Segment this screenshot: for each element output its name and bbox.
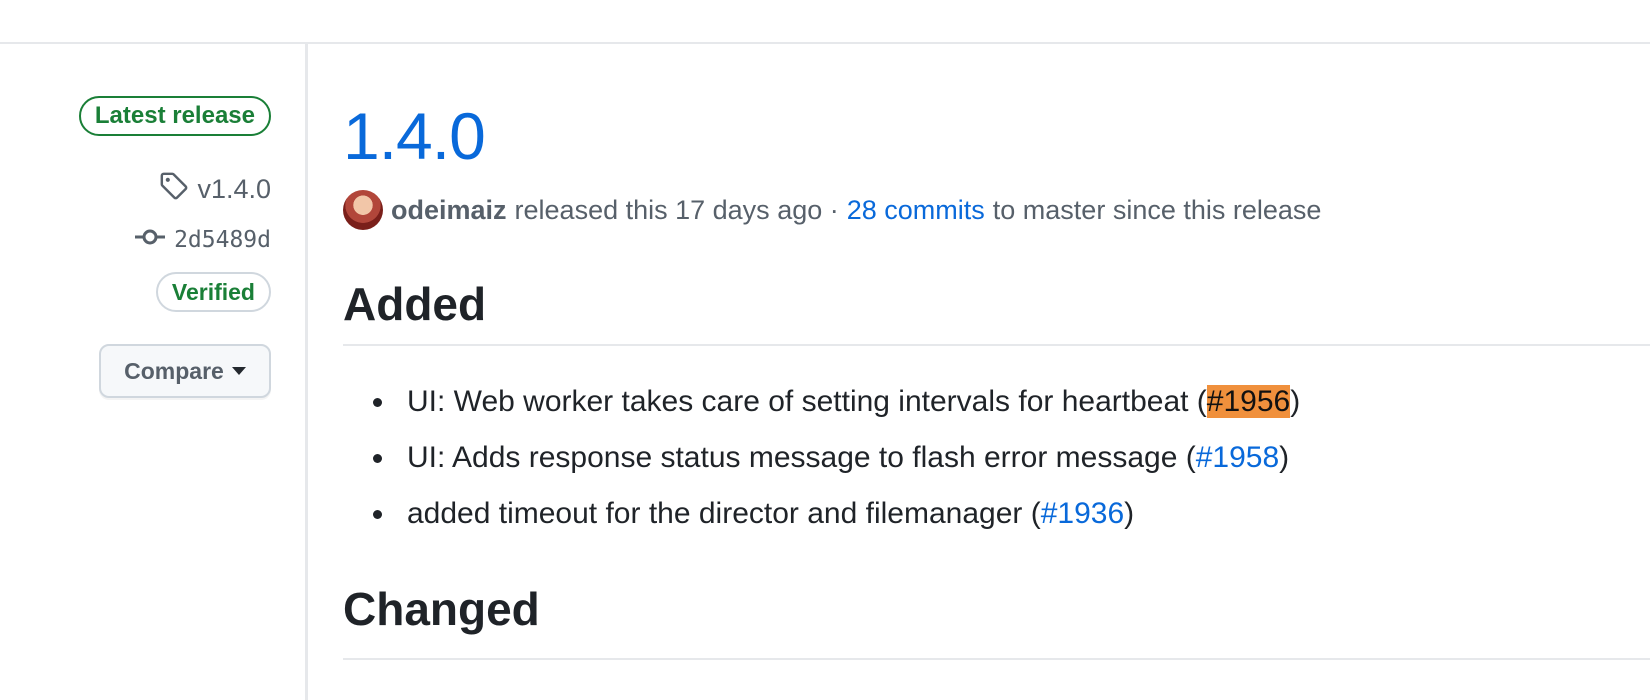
release-title[interactable]: 1.4.0 [343,96,486,176]
caret-down-icon [231,367,246,375]
added-list: UI: Web worker takes care of setting int… [343,374,1300,542]
added-heading: Added [343,276,1650,346]
compare-button-label: Compare [124,357,224,384]
avatar[interactable] [343,190,383,230]
issue-link[interactable]: #1936 [1041,497,1124,530]
latest-release-badge: Latest release [78,96,271,136]
commits-link[interactable]: 28 commits [847,195,985,226]
changed-heading: Changed [343,578,1650,660]
verified-badge[interactable]: Verified [155,272,271,312]
close-paren: ) [1290,385,1301,418]
change-text: UI: Adds response status message to flas… [407,441,1196,474]
list-item: UI: Adds response status message to flas… [343,430,1300,486]
commit-link[interactable]: 2d5489d [134,224,271,256]
list-item: UI: Web worker takes care of setting int… [343,374,1300,430]
tag-link[interactable]: v1.4.0 [159,172,271,206]
close-paren: ) [1279,441,1290,474]
tag-icon [159,171,189,208]
released-time-text: released this 17 days ago · [514,194,839,225]
compare-button[interactable]: Compare [99,344,271,398]
author-link[interactable]: odeimaiz [391,195,507,226]
change-text: UI: Web worker takes care of setting int… [407,385,1207,418]
tag-name: v1.4.0 [197,173,271,204]
top-header-bar [0,0,1650,44]
issue-link[interactable]: #1958 [1196,441,1279,474]
list-item: added timeout for the director and filem… [343,486,1300,542]
release-body: 1.4.0 odeimaiz released this 17 days ago… [343,44,1650,700]
close-paren: ) [1124,497,1135,530]
bullet [373,398,382,407]
bullet [373,510,382,519]
release-sidebar: Latest release v1.4.0 2d5489d Verified C… [0,44,308,700]
issue-link[interactable]: #1956 [1206,385,1291,418]
git-commit-icon [134,225,166,255]
change-text: added timeout for the director and filem… [407,497,1041,530]
commits-suffix-text: to master since this release [992,194,1322,225]
release-byline: odeimaiz released this 17 days ago · 28 … [343,190,1321,230]
commit-sha: 2d5489d [174,227,271,253]
bullet [373,454,382,463]
